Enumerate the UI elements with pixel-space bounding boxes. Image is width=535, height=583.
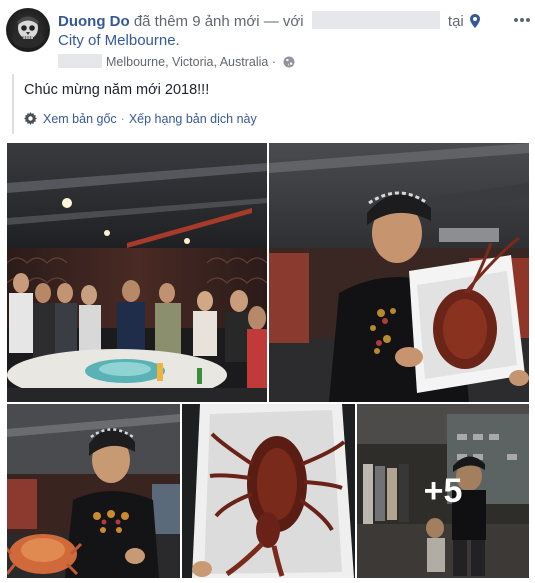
photo-group-dinner[interactable] — [7, 143, 267, 402]
tagged-friends-redacted[interactable] — [311, 11, 440, 29]
photo-lobster-box[interactable] — [269, 143, 529, 402]
rate-translation-link[interactable]: Xếp hạng bản dịch này — [129, 112, 257, 126]
post-meta: Melbourne, Victoria, Australia · — [58, 53, 295, 73]
translation-links: Xem bản gốc · Xếp hạng bản dịch này — [24, 110, 257, 130]
timestamp-redacted[interactable] — [58, 54, 102, 68]
place-text[interactable]: Melbourne, Victoria, Australia — [106, 55, 268, 69]
meta-separator: · — [271, 55, 277, 69]
photo-more[interactable]: +5 — [357, 404, 529, 578]
author-name[interactable]: Duong Do — [58, 13, 130, 30]
location-prefix: tại — [447, 13, 464, 30]
gear-icon[interactable] — [24, 112, 37, 130]
location-pin-icon — [469, 14, 480, 34]
facebook-post: Duong Do đã thêm 9 ảnh mới — với tại Cit… — [0, 0, 535, 583]
translated-message-block: Chúc mừng năm mới 2018!!! Xem bản gốc · Xế… — [12, 74, 522, 134]
more-photos-overlay[interactable]: +5 — [357, 404, 529, 578]
photo-lobster-closeup[interactable] — [182, 404, 355, 578]
more-options-icon[interactable] — [513, 12, 531, 22]
link-separator: · — [120, 112, 125, 126]
location-link[interactable]: City of Melbourne. — [58, 31, 180, 51]
post-message: Chúc mừng năm mới 2018!!! — [24, 82, 210, 98]
author-avatar[interactable] — [6, 8, 50, 52]
photo-with-crab[interactable] — [7, 404, 180, 578]
see-original-link[interactable]: Xem bản gốc — [43, 112, 117, 126]
globe-icon[interactable] — [283, 55, 295, 73]
post-action-text: đã thêm 9 ảnh mới — với — [133, 13, 304, 30]
